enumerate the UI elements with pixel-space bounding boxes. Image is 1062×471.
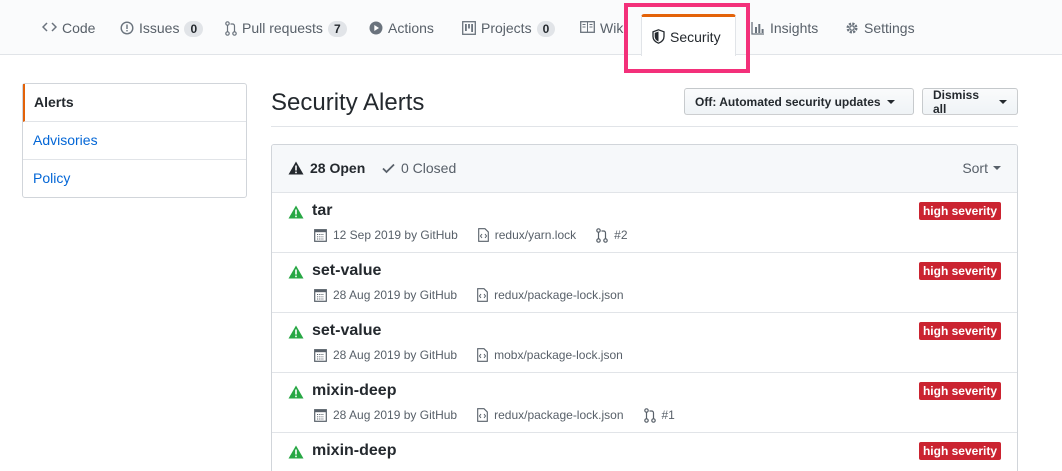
- tab-wiki[interactable]: Wiki: [580, 18, 626, 54]
- sort-label: Sort: [962, 160, 988, 176]
- alerts-list-header: 28 Open 0 Closed Sort: [272, 145, 1017, 193]
- tab-label: Code: [62, 20, 96, 36]
- alert-date: 28 Aug 2019 by GitHub: [333, 348, 458, 362]
- tab-actions[interactable]: Actions: [369, 18, 434, 54]
- chevron-down-icon: [999, 99, 1007, 104]
- sort-dropdown[interactable]: Sort: [962, 160, 1001, 176]
- open-count: 28 Open: [310, 160, 366, 176]
- security-tab-highlight: [624, 3, 750, 73]
- alert-file[interactable]: redux/package-lock.json: [494, 287, 623, 303]
- dismiss-all-label: Dismiss all: [933, 87, 980, 116]
- severity-badge: high severity: [918, 322, 1001, 340]
- severity-badge: high severity: [918, 442, 1001, 460]
- alert-file[interactable]: redux/package-lock.json: [494, 407, 623, 423]
- calendar-icon: [314, 349, 327, 362]
- repo-tabs: Code Issues 0 Pull requests 7 Actions Pr…: [0, 0, 1062, 55]
- pull-request-icon: [596, 227, 608, 243]
- menu-item-policy[interactable]: Policy: [23, 160, 246, 198]
- tab-label: Projects: [481, 20, 532, 36]
- project-icon: [462, 21, 476, 35]
- issues-counter: 0: [184, 21, 204, 37]
- tab-label: Issues: [139, 20, 180, 36]
- menu-item-alerts[interactable]: Alerts: [23, 84, 246, 122]
- tab-issues[interactable]: Issues 0: [120, 18, 204, 54]
- alert-row[interactable]: mixin-deep high severity 28 Aug 2019 by …: [272, 373, 1017, 433]
- tab-settings[interactable]: Settings: [845, 18, 915, 54]
- tab-label: Pull requests: [242, 20, 323, 36]
- alert-row[interactable]: set-value high severity 28 Aug 2019 by G…: [272, 253, 1017, 313]
- alert-pr[interactable]: #1: [662, 407, 675, 423]
- pull-requests-counter: 7: [327, 21, 347, 37]
- alerts-list: 28 Open 0 Closed Sort tar high severity …: [271, 144, 1018, 471]
- closed-count: 0 Closed: [401, 160, 457, 176]
- open-filter[interactable]: 28 Open: [288, 160, 365, 176]
- play-icon: [369, 21, 383, 35]
- alert-file[interactable]: mobx/package-lock.json: [494, 347, 623, 363]
- severity-badge: high severity: [918, 382, 1001, 400]
- file-code-icon: [477, 408, 488, 422]
- alert-package-name[interactable]: tar: [312, 201, 332, 221]
- tab-insights[interactable]: Insights: [751, 18, 818, 54]
- automated-updates-button[interactable]: Off: Automated security updates: [684, 88, 914, 115]
- alert-icon: [288, 265, 304, 279]
- tab-label: Wiki: [600, 20, 627, 36]
- alert-icon: [288, 385, 304, 399]
- chevron-down-icon: [886, 99, 895, 104]
- alert-row[interactable]: set-value high severity 28 Aug 2019 by G…: [272, 313, 1017, 373]
- security-menu: Alerts Advisories Policy: [22, 83, 247, 198]
- graph-icon: [751, 22, 764, 35]
- tab-label: Settings: [864, 20, 915, 36]
- alert-icon: [288, 325, 304, 339]
- check-icon: [382, 163, 395, 173]
- alert-pr[interactable]: #2: [614, 227, 627, 243]
- header-divider: [271, 126, 1018, 127]
- alert-package-name[interactable]: mixin-deep: [312, 381, 396, 401]
- book-icon: [580, 21, 595, 33]
- alert-icon: [288, 205, 304, 219]
- code-icon: [42, 22, 57, 32]
- file-code-icon: [477, 288, 488, 302]
- alert-package-name[interactable]: set-value: [312, 321, 381, 341]
- chevron-down-icon: [993, 166, 1001, 170]
- alert-date: 28 Aug 2019 by GitHub: [333, 288, 458, 302]
- alert-meta: 28 Aug 2019 by GitHub redux/package-lock…: [314, 287, 624, 303]
- dismiss-all-button[interactable]: Dismiss all: [922, 87, 1018, 116]
- file-code-icon: [477, 348, 488, 362]
- tab-code[interactable]: Code: [42, 18, 95, 54]
- alert-row[interactable]: mixin-deep high severity: [272, 433, 1017, 471]
- tab-label: Actions: [388, 20, 434, 36]
- pull-request-icon: [643, 407, 656, 423]
- gear-icon: [846, 22, 858, 34]
- alert-file[interactable]: redux/yarn.lock: [495, 227, 576, 243]
- automated-updates-label: Off: Automated security updates: [695, 94, 881, 109]
- alert-icon: [288, 161, 304, 175]
- calendar-icon: [314, 409, 327, 422]
- alert-date: 28 Aug 2019 by GitHub: [333, 408, 458, 422]
- issue-icon: [120, 21, 134, 35]
- calendar-icon: [314, 229, 327, 242]
- severity-badge: high severity: [918, 262, 1001, 280]
- alert-package-name[interactable]: mixin-deep: [312, 441, 396, 461]
- calendar-icon: [314, 289, 327, 302]
- tab-projects[interactable]: Projects 0: [462, 18, 556, 54]
- alert-meta: 28 Aug 2019 by GitHub mobx/package-lock.…: [314, 347, 623, 363]
- alert-meta: 28 Aug 2019 by GitHub redux/package-lock…: [314, 407, 675, 423]
- closed-filter[interactable]: 0 Closed: [382, 160, 456, 176]
- alert-date: 12 Sep 2019 by GitHub: [333, 228, 458, 242]
- page-title: Security Alerts: [271, 89, 425, 116]
- alert-icon: [288, 445, 304, 459]
- alert-package-name[interactable]: set-value: [312, 261, 381, 281]
- projects-counter: 0: [536, 21, 556, 37]
- alert-meta: 12 Sep 2019 by GitHub redux/yarn.lock #2: [314, 227, 628, 243]
- severity-badge: high severity: [918, 202, 1001, 220]
- menu-item-advisories[interactable]: Advisories: [23, 122, 246, 160]
- tab-pull-requests[interactable]: Pull requests 7: [225, 18, 347, 54]
- tab-label: Insights: [770, 20, 819, 36]
- file-code-icon: [477, 228, 489, 242]
- pull-request-icon: [225, 21, 237, 36]
- alert-row[interactable]: tar high severity 12 Sep 2019 by GitHub …: [272, 193, 1017, 253]
